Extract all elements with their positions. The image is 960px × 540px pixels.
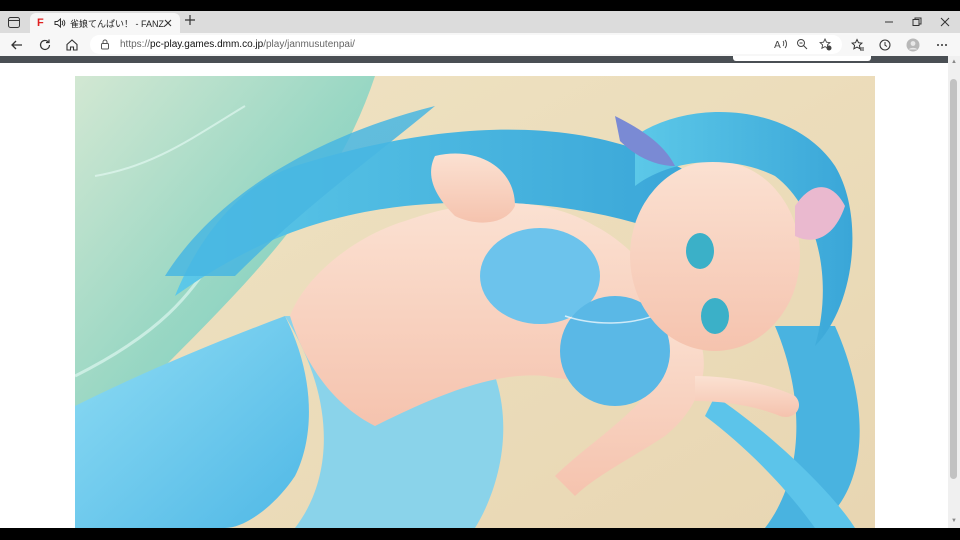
arrow-left-icon xyxy=(11,40,22,50)
url-host: pc-play.games.dmm.co.jp xyxy=(150,39,264,50)
scroll-down-icon[interactable]: ▼ xyxy=(951,518,957,524)
screen-top-bar xyxy=(0,0,960,11)
plus-icon xyxy=(185,15,195,25)
refresh-icon xyxy=(39,39,51,51)
home-icon xyxy=(66,39,78,51)
vertical-scrollbar[interactable]: ▲ ▼ xyxy=(948,56,960,528)
back-button[interactable] xyxy=(9,37,25,53)
avatar-icon xyxy=(906,38,920,52)
new-tab-button[interactable] xyxy=(183,13,197,27)
address-toolbar: https://pc-play.games.dmm.co.jp/play/jan… xyxy=(0,33,960,57)
scrollbar-thumb[interactable] xyxy=(950,79,957,479)
tab-actions-icon xyxy=(8,16,20,28)
restore-icon xyxy=(912,17,922,26)
eye-left xyxy=(686,233,714,269)
favorites-icon xyxy=(851,38,864,51)
add-favorite-icon[interactable] xyxy=(819,38,832,51)
minimize-button[interactable] xyxy=(874,11,904,33)
home-button[interactable] xyxy=(64,37,80,53)
restore-button[interactable] xyxy=(902,11,932,33)
scroll-up-icon[interactable]: ▲ xyxy=(951,59,957,65)
screen-bottom-bar xyxy=(0,528,960,540)
mermaid-illustration xyxy=(75,76,875,528)
history-icon xyxy=(879,39,891,51)
svg-text:A: A xyxy=(774,40,781,50)
site-header-strip xyxy=(0,56,948,63)
tab-actions-button[interactable] xyxy=(6,15,22,29)
more-dots-icon xyxy=(937,44,947,46)
speaker-icon[interactable] xyxy=(54,17,66,29)
read-aloud-icon[interactable]: A xyxy=(774,38,788,50)
game-canvas[interactable] xyxy=(75,76,875,528)
favorites-button[interactable] xyxy=(850,37,866,53)
settings-menu-button[interactable] xyxy=(934,37,950,53)
profile-button[interactable] xyxy=(905,37,921,53)
tab-strip: F 雀娘てんぱい！ - FANZA GAMES xyxy=(0,11,960,33)
header-dropdown-tab[interactable] xyxy=(733,56,871,61)
url-text[interactable]: https://pc-play.games.dmm.co.jp/play/jan… xyxy=(120,39,355,50)
url-scheme: https:// xyxy=(120,39,151,50)
tab-title: 雀娘てんぱい！ - FANZA GAMES xyxy=(70,18,165,29)
eye-right xyxy=(701,298,729,334)
active-tab[interactable]: F 雀娘てんぱい！ - FANZA GAMES xyxy=(30,13,180,33)
tab-close-icon[interactable] xyxy=(162,17,174,29)
fanza-favicon-icon: F xyxy=(37,17,44,29)
zoom-icon[interactable] xyxy=(796,38,808,50)
refresh-button[interactable] xyxy=(37,37,53,53)
url-path: /play/janmusutenpai/ xyxy=(263,39,355,50)
close-window-button[interactable] xyxy=(930,11,960,33)
close-icon xyxy=(940,17,950,27)
minimize-icon xyxy=(885,21,893,23)
history-button[interactable] xyxy=(877,37,893,53)
address-bar[interactable]: https://pc-play.games.dmm.co.jp/play/jan… xyxy=(90,35,842,54)
lock-icon[interactable] xyxy=(100,39,110,50)
